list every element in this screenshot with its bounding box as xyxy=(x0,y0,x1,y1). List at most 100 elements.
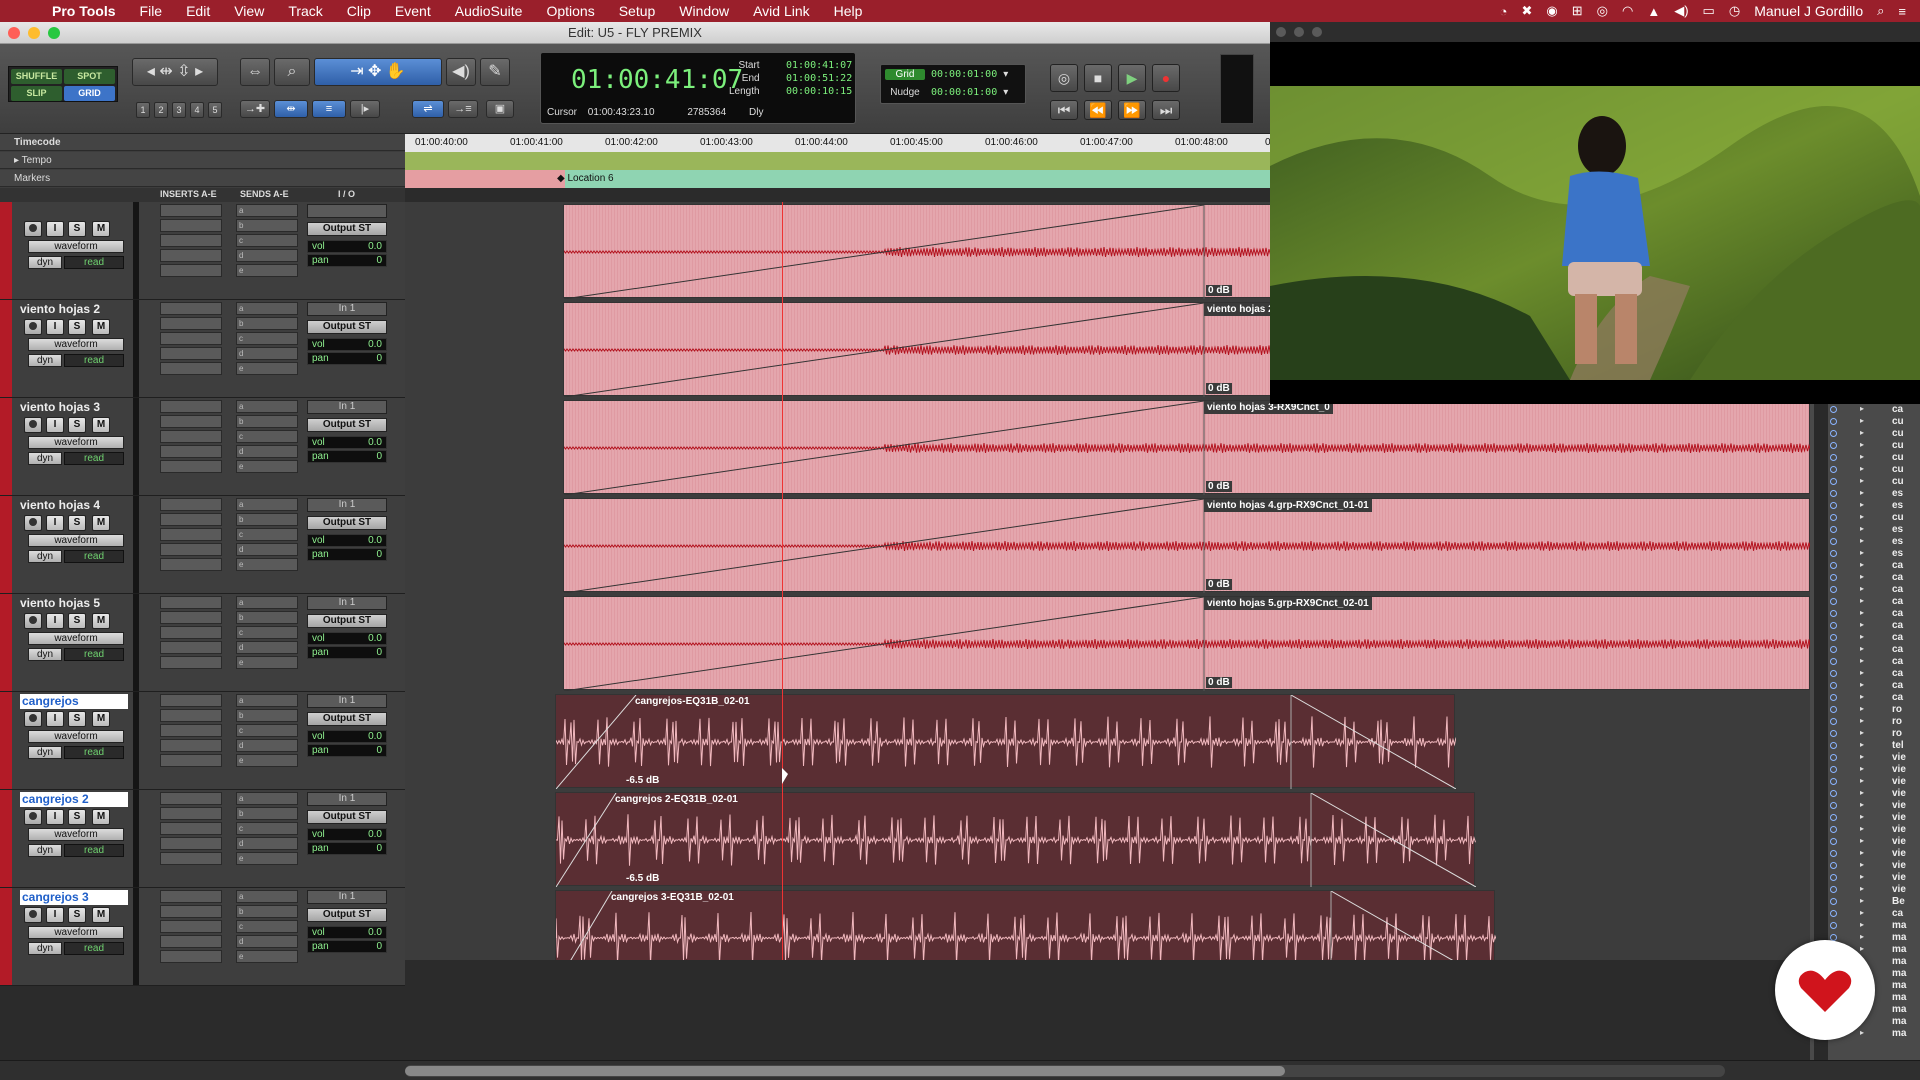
insert-slot[interactable] xyxy=(160,709,222,722)
video-window-titlebar[interactable] xyxy=(1270,22,1920,42)
clip-list-item[interactable]: ca xyxy=(1892,632,1903,643)
insertion-follows-icon[interactable]: |▸ xyxy=(350,100,380,118)
track-header[interactable]: I S M waveform dyn read abcde Output ST … xyxy=(0,202,405,300)
wifi-icon[interactable]: ◠ xyxy=(1622,3,1633,19)
clip-list-item[interactable]: ca xyxy=(1892,596,1903,607)
clip-list-item[interactable]: es xyxy=(1892,500,1903,511)
clip-list-item[interactable]: cu xyxy=(1892,452,1904,463)
dyn-button[interactable]: dyn xyxy=(28,550,62,563)
expand-arrow-icon[interactable]: ▸ xyxy=(1860,536,1864,545)
expand-arrow-icon[interactable]: ▸ xyxy=(1860,524,1864,533)
insert-slot[interactable] xyxy=(160,890,222,903)
zoom-preset-4[interactable]: 4 xyxy=(190,102,204,118)
expand-arrow-icon[interactable]: ▸ xyxy=(1860,428,1864,437)
record-enable-button[interactable] xyxy=(24,907,42,923)
insert-slot[interactable] xyxy=(160,415,222,428)
clip-list-item[interactable]: ca xyxy=(1892,560,1903,571)
horizontal-scroll-thumb[interactable] xyxy=(405,1066,1285,1076)
solo-button[interactable]: S xyxy=(68,319,86,335)
automation-mode-selector[interactable]: read xyxy=(64,550,124,563)
tempo-ruler-label[interactable]: ▸ Tempo xyxy=(0,152,405,169)
pan-readout[interactable]: pan 0 xyxy=(307,548,387,561)
volume-icon[interactable]: ◀) xyxy=(1674,3,1688,19)
insert-slot[interactable] xyxy=(160,249,222,262)
menu-app-name[interactable]: Pro Tools xyxy=(40,3,128,19)
output-selector[interactable]: Output ST xyxy=(307,712,387,726)
expand-arrow-icon[interactable]: ▸ xyxy=(1860,644,1864,653)
status-icon-globe[interactable]: ◎ xyxy=(1597,3,1608,19)
clip-list-item[interactable]: es xyxy=(1892,524,1903,535)
clip-list-item[interactable]: ro xyxy=(1892,704,1902,715)
expand-arrow-icon[interactable]: ▸ xyxy=(1860,872,1864,881)
input-monitor-button[interactable]: I xyxy=(46,319,64,335)
pan-readout[interactable]: pan 0 xyxy=(307,940,387,953)
menu-setup[interactable]: Setup xyxy=(607,3,668,19)
output-selector[interactable]: Output ST xyxy=(307,614,387,628)
battery-icon[interactable]: ▭ xyxy=(1703,3,1715,19)
clip-list-item[interactable]: ma xyxy=(1892,932,1906,943)
insert-slot[interactable] xyxy=(160,445,222,458)
clip-list-item[interactable]: vie xyxy=(1892,764,1906,775)
expand-arrow-icon[interactable]: ▸ xyxy=(1860,692,1864,701)
dyn-button[interactable]: dyn xyxy=(28,256,62,269)
automation-mode-selector[interactable]: read xyxy=(64,256,124,269)
mode-spot[interactable]: SPOT xyxy=(64,69,115,84)
solo-button[interactable]: S xyxy=(68,809,86,825)
expand-arrow-icon[interactable]: ▸ xyxy=(1860,560,1864,569)
send-slot[interactable]: e xyxy=(236,460,298,473)
control-center-icon[interactable]: ≡ xyxy=(1898,4,1906,19)
solo-button[interactable]: S xyxy=(68,711,86,727)
user-name[interactable]: Manuel J Gordillo xyxy=(1754,3,1863,19)
expand-arrow-icon[interactable]: ▸ xyxy=(1860,824,1864,833)
volume-readout[interactable]: vol 0.0 xyxy=(307,240,387,253)
insert-slot[interactable] xyxy=(160,513,222,526)
automation-mode-selector[interactable]: read xyxy=(64,942,124,955)
zoom-preset-3[interactable]: 3 xyxy=(172,102,186,118)
expand-arrow-icon[interactable]: ▸ xyxy=(1860,404,1864,413)
expand-arrow-icon[interactable]: ▸ xyxy=(1860,488,1864,497)
send-slot[interactable]: d xyxy=(236,837,298,850)
timecode-ruler[interactable]: 01:00:40:00 01:00:41:00 01:00:42:00 01:0… xyxy=(405,134,1284,152)
track-name[interactable]: cangrejos xyxy=(20,694,128,709)
send-slot[interactable]: e xyxy=(236,264,298,277)
nudge-dropdown-icon[interactable]: ▾ xyxy=(1003,87,1008,98)
mute-button[interactable]: M xyxy=(92,515,110,531)
send-slot[interactable]: c xyxy=(236,724,298,737)
insert-slot[interactable] xyxy=(160,920,222,933)
insert-slot[interactable] xyxy=(160,204,222,217)
send-slot[interactable]: d xyxy=(236,935,298,948)
inserts-column-label[interactable]: INSERTS A-E xyxy=(160,189,217,199)
airplay-icon[interactable]: ▲ xyxy=(1647,4,1660,19)
record-enable-button[interactable] xyxy=(24,221,42,237)
clip-list-item[interactable]: ca xyxy=(1892,908,1903,919)
marker-location-6[interactable]: ◆ Location 6 xyxy=(557,173,614,184)
send-slot[interactable]: c xyxy=(236,920,298,933)
status-icon-sync[interactable]: ◔ xyxy=(1500,4,1508,19)
volume-readout[interactable]: vol 0.0 xyxy=(307,338,387,351)
automation-mode-selector[interactable]: read xyxy=(64,452,124,465)
track-header[interactable]: viento hojas 2 I S M waveform dyn read a… xyxy=(0,300,405,398)
send-slot[interactable]: c xyxy=(236,626,298,639)
markers-ruler[interactable]: ◆ Location 6 xyxy=(405,170,1270,188)
insert-slot[interactable] xyxy=(160,822,222,835)
volume-readout[interactable]: vol 0.0 xyxy=(307,534,387,547)
input-selector[interactable]: In 1 xyxy=(307,302,387,316)
input-selector[interactable]: In 1 xyxy=(307,498,387,512)
go-to-end-button[interactable]: ⏭ xyxy=(1152,100,1180,120)
expand-arrow-icon[interactable]: ▸ xyxy=(1860,704,1864,713)
input-monitor-button[interactable]: I xyxy=(46,711,64,727)
send-slot[interactable]: e xyxy=(236,558,298,571)
send-slot[interactable]: e xyxy=(236,362,298,375)
clip-list-item[interactable]: es xyxy=(1892,548,1903,559)
mute-button[interactable]: M xyxy=(92,907,110,923)
expand-arrow-icon[interactable]: ▸ xyxy=(1860,740,1864,749)
input-monitor-button[interactable]: I xyxy=(46,907,64,923)
send-slot[interactable]: e xyxy=(236,852,298,865)
track-header[interactable]: viento hojas 4 I S M waveform dyn read a… xyxy=(0,496,405,594)
grid-label[interactable]: Grid xyxy=(885,68,925,80)
send-slot[interactable]: b xyxy=(236,415,298,428)
track-name[interactable]: viento hojas 4 xyxy=(20,498,128,513)
send-slot[interactable]: d xyxy=(236,445,298,458)
send-slot[interactable]: b xyxy=(236,513,298,526)
expand-arrow-icon[interactable]: ▸ xyxy=(1860,632,1864,641)
